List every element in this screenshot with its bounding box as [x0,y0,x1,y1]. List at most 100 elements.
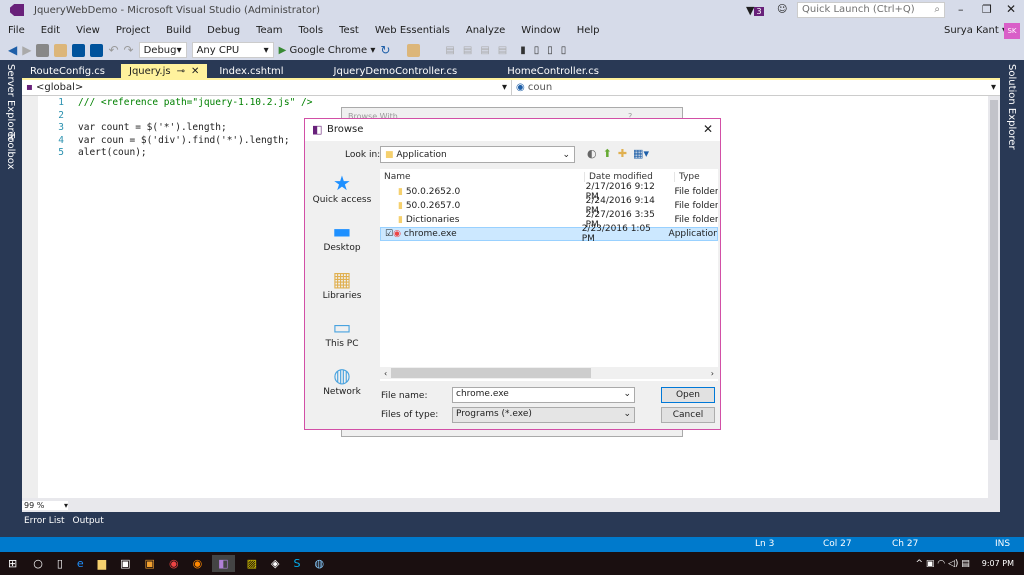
menu-view[interactable]: View [76,25,100,36]
menu-team[interactable]: Team [256,25,282,36]
server-explorer-tab[interactable]: Server Explorer [5,64,16,142]
cortana-icon[interactable]: ○ [33,557,43,570]
menu-tools[interactable]: Tools [299,25,324,36]
place-desktop[interactable]: ▬ Desktop [307,219,377,253]
cancel-button[interactable]: Cancel [661,407,715,423]
format-icons[interactable]: ▤▤▤▤ [445,45,515,56]
filter-icon[interactable]: ▼ 3 [746,4,764,17]
firefox-icon[interactable]: ◉ [193,557,203,570]
pin-icon[interactable]: ⊸ [177,66,185,77]
file-type-value: Programs (*.exe) [456,409,532,419]
menu-help[interactable]: Help [577,25,600,36]
avatar[interactable]: SK [1004,23,1020,39]
tab-index-cshtml[interactable]: Index.cshtml [211,64,291,79]
file-row[interactable]: ▮ Dictionaries 2/27/2016 3:35 PM File fold… [380,210,718,230]
line-number: 4 [58,134,64,146]
back-icon[interactable]: ◐ [587,147,597,160]
config-select[interactable]: Debug ▾ [138,42,187,58]
menu-test[interactable]: Test [339,25,359,36]
place-this-pc[interactable]: ▭ This PC [307,315,377,349]
tab-jquerydemocontroller-cs[interactable]: JqueryDemoController.cs [326,64,466,79]
menu-web-essentials[interactable]: Web Essentials [375,25,450,36]
edge-icon[interactable]: e [77,557,84,570]
new-folder-icon[interactable]: ✚ [618,147,627,160]
save-icon[interactable] [72,43,86,57]
minimize-button[interactable]: – [958,3,964,16]
open-button[interactable]: Open [661,387,715,403]
menu-build[interactable]: Build [166,25,191,36]
checkbox-chrome-icon[interactable]: ☑◉ [385,229,404,239]
open-file-icon[interactable] [54,43,68,57]
zoom-select[interactable]: 99 % ▾ [22,500,68,510]
close-button[interactable]: ✕ [1006,2,1016,16]
dialog-close-button[interactable]: ✕ [703,122,713,136]
new-project-icon[interactable] [36,43,50,57]
skype-icon[interactable]: S [293,557,300,570]
save-all-icon[interactable] [90,43,104,57]
column-name[interactable]: Name [380,172,584,182]
app-icon[interactable]: ◈ [271,557,279,570]
clock[interactable]: 9:07 PM [982,559,1014,568]
file-type-select[interactable]: Programs (*.exe) ⌄ [452,407,635,423]
output-tab[interactable]: Output [73,516,104,526]
feedback-icon[interactable]: ☺ [777,4,787,15]
tab-homecontroller-cs[interactable]: HomeController.cs [499,64,607,79]
scrollbar-thumb[interactable] [990,100,998,440]
quick-launch-input[interactable]: Quick Launch (Ctrl+Q) ⌕ [797,2,945,18]
menu-window[interactable]: Window [521,25,560,36]
start-icon[interactable]: ⊞ [8,557,17,570]
search-icon: ⌕ [934,4,940,15]
menu-project[interactable]: Project [116,25,150,36]
platform-select[interactable]: Any CPU ▾ [191,42,274,58]
vertical-scrollbar[interactable] [988,96,1000,498]
place-quick-access[interactable]: ★ Quick access [307,171,377,205]
solution-explorer-tab[interactable]: Solution Explorer [1006,64,1017,150]
scope-select[interactable]: ▪ <global> ▾ [22,80,512,95]
media-icon[interactable]: ▣ [145,557,155,570]
up-folder-icon[interactable]: ⬆ [603,147,612,160]
file-row[interactable]: ☑◉ chrome.exe 2/23/2016 1:05 PM Applicatio… [380,224,718,244]
member-value: coun [527,82,553,93]
horizontal-scrollbar[interactable]: ‹ › [380,367,718,379]
store-icon[interactable]: ▣ [120,557,130,570]
browser-link-icon[interactable] [407,43,421,57]
place-label: Quick access [312,195,372,205]
restore-button[interactable]: ❐ [982,3,992,16]
place-network[interactable]: ◍ Network [307,363,377,397]
explorer-icon[interactable]: ▆ [98,557,106,570]
tray-icons[interactable]: ^ ▣ ◠ ◁) ▤ [915,559,969,569]
menu-edit[interactable]: Edit [41,25,60,36]
app-icon[interactable]: ▨ [247,557,257,570]
run-button[interactable]: ▶ Google Chrome ▾ [279,45,376,56]
column-date[interactable]: Date modified [584,172,674,182]
user-name[interactable]: Surya Kant ▾ [944,25,1007,36]
task-view-icon[interactable]: ▯ [57,557,63,570]
place-libraries[interactable]: ▦ Libraries [307,267,377,301]
folder-icon: ▮ [398,215,403,225]
file-list[interactable]: Name Date modified Type ▮ 50.0.2652.0 2/1… [380,169,718,381]
scrollbar-thumb[interactable] [391,368,592,378]
code-line: 3 var count = $('*').length; [48,122,313,135]
file-name-input[interactable]: chrome.exe ⌄ [452,387,635,403]
toolbox-tab[interactable]: Toolbox [5,132,16,170]
member-select[interactable]: ◉ coun ▾ [512,80,1000,95]
column-type[interactable]: Type [674,172,700,182]
forward-icon[interactable]: ▶ [22,43,31,57]
visual-studio-icon[interactable]: ◧ [212,555,235,572]
close-tab-icon[interactable]: ✕ [191,66,199,77]
undo-icon[interactable]: ↶ [108,43,118,57]
bookmark-icons[interactable]: ▮▯▯▯ [520,45,574,56]
app-icon[interactable]: ◍ [314,557,324,570]
view-menu-icon[interactable]: ▦▾ [633,147,649,160]
error-list-tab[interactable]: Error List [24,516,65,526]
menu-debug[interactable]: Debug [207,25,240,36]
menu-analyze[interactable]: Analyze [466,25,505,36]
chrome-icon[interactable]: ◉ [169,557,179,570]
redo-icon[interactable]: ↷ [124,43,134,57]
tab-jquery-js[interactable]: Jquery.js ⊸ ✕ [121,64,208,79]
refresh-icon[interactable]: ↻ [380,43,390,57]
back-icon[interactable]: ◀ [8,43,17,57]
look-in-select[interactable]: ■ Application ⌄ [380,146,575,163]
menu-file[interactable]: File [8,25,25,36]
tab-routeconfig-cs[interactable]: RouteConfig.cs [22,64,113,79]
